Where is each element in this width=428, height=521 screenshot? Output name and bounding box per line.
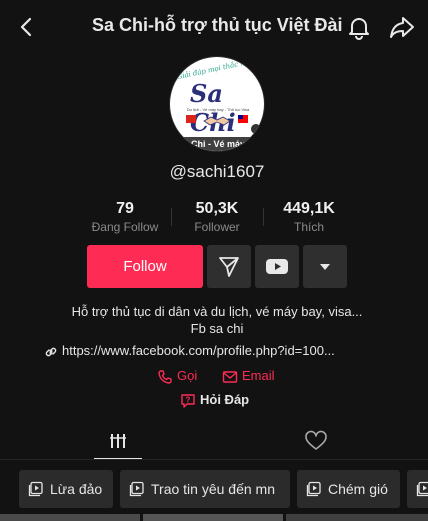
stat-likes[interactable]: 449,1K Thích — [264, 200, 354, 234]
mail-icon — [222, 371, 238, 383]
qa-button[interactable]: ? Hỏi Đáp — [180, 392, 270, 410]
send-message-icon — [219, 257, 239, 277]
profile-link-text: https://www.facebook.com/profile.php?id=… — [62, 343, 335, 358]
playlist-icon — [28, 481, 43, 497]
chevron-left-icon[interactable] — [14, 14, 40, 40]
heart-liked-icon — [305, 430, 327, 450]
avatar-tagline: Giải đáp mọi thắc mắc — [176, 56, 256, 82]
qa-label: Hỏi Đáp — [200, 392, 250, 407]
bell-icon[interactable] — [345, 13, 373, 41]
top-bar: Sa Chi-hỗ trợ thủ tục Việt Đài — [0, 0, 428, 54]
avatar[interactable]: Giải đáp mọi thắc mắc Sa Chi Du lịch - V… — [169, 56, 265, 152]
avatar-sub-text: Du lịch - Vé máy bay - Thủ tục Visa — [186, 107, 250, 112]
youtube-icon — [266, 259, 288, 274]
stat-following-value: 79 — [116, 200, 134, 217]
question-bubble-icon: ? — [181, 394, 195, 408]
playlist-chip[interactable] — [407, 470, 428, 508]
playlist-chip[interactable]: Trao tin yêu đến mn — [120, 470, 290, 508]
video-thumbnail[interactable] — [286, 514, 428, 521]
playlist-icon — [306, 481, 321, 497]
avatar-caption: Chi - Vé máy — [170, 137, 264, 151]
phone-icon — [158, 370, 172, 384]
tab-videos[interactable] — [94, 424, 142, 460]
profile-link[interactable]: https://www.facebook.com/profile.php?id=… — [44, 343, 404, 361]
tab-liked[interactable] — [292, 424, 340, 460]
playlist-label: Chém gió — [328, 481, 388, 497]
bio-line: Fb sa chi — [190, 321, 244, 336]
video-thumbnail[interactable] — [0, 514, 140, 521]
call-button[interactable]: Gọi — [157, 368, 217, 386]
handshake-icon — [203, 116, 231, 126]
vietnam-flag-icon — [186, 115, 196, 123]
caret-down-icon — [320, 264, 330, 270]
username: @sachi1607 — [169, 162, 265, 181]
playlist-icon — [416, 481, 428, 497]
follow-button[interactable]: Follow — [87, 245, 203, 288]
link-icon — [45, 347, 57, 357]
playlist-label: Lừa đảo — [50, 481, 103, 497]
playlist-chip[interactable]: Lừa đảo — [19, 470, 113, 508]
content-tabs — [0, 424, 428, 460]
email-label: Email — [242, 368, 275, 383]
page-title: Sa Chi-hỗ trợ thủ tục Việt Đài — [92, 15, 343, 35]
share-arrow-icon[interactable] — [388, 13, 416, 41]
stat-following[interactable]: 79 Đang Follow — [80, 200, 170, 234]
video-thumbnail[interactable] — [143, 514, 283, 521]
email-button[interactable]: Email — [222, 368, 292, 386]
tabs-divider — [0, 459, 428, 460]
playlist-label: Trao tin yêu đến mn — [151, 481, 275, 497]
youtube-button[interactable] — [255, 245, 299, 288]
grid-videos-icon — [110, 434, 126, 448]
stat-likes-value: 449,1K — [283, 200, 335, 217]
playlist-icon — [129, 481, 144, 497]
call-label: Gọi — [177, 368, 198, 383]
playlist-row: Lừa đảo Trao tin yêu đến mn Chém gió — [0, 470, 428, 510]
bio: Hỗ trợ thủ tục di dân và du lịch, vé máy… — [0, 303, 428, 337]
svg-text:?: ? — [186, 396, 191, 405]
more-options-button[interactable] — [303, 245, 347, 288]
stat-followers-label: Follower — [194, 220, 240, 234]
camera-icon — [250, 123, 262, 135]
bio-line: Hỗ trợ thủ tục di dân và du lịch, vé máy… — [71, 304, 363, 319]
stat-followers-value: 50,3K — [195, 200, 239, 217]
stat-likes-label: Thích — [293, 220, 324, 234]
stats-row: 79 Đang Follow 50,3K Follower 449,1K Thí… — [0, 200, 428, 236]
stat-following-label: Đang Follow — [91, 220, 159, 234]
video-grid — [0, 514, 428, 521]
taiwan-flag-icon — [238, 115, 248, 123]
playlist-chip[interactable]: Chém gió — [297, 470, 400, 508]
message-button[interactable] — [207, 245, 251, 288]
stat-followers[interactable]: 50,3K Follower — [172, 200, 262, 234]
